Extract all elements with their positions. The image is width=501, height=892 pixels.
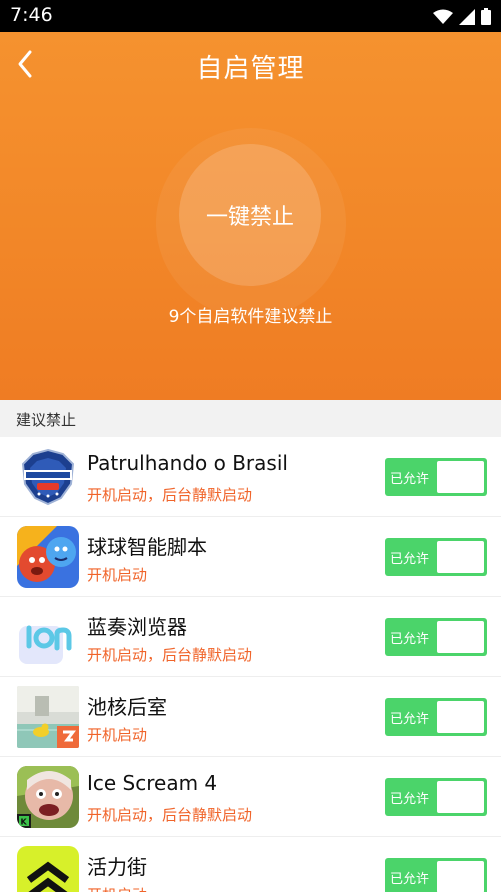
game-characters-icon bbox=[17, 526, 79, 588]
section-header: 建议禁止 bbox=[0, 400, 501, 437]
svg-text:K: K bbox=[21, 818, 28, 827]
toggle-knob bbox=[437, 781, 484, 813]
autostart-toggle[interactable]: 已允许 bbox=[385, 538, 487, 576]
recommendation-summary: 9个自启软件建议禁止 bbox=[168, 307, 333, 327]
list-item: 蓝奏浏览器 开机启动，后台静默启动 已允许 bbox=[0, 597, 501, 677]
list-item: 活力街 开机启动 已允许 bbox=[0, 837, 501, 892]
lan-browser-icon bbox=[17, 606, 79, 668]
disable-all-button[interactable]: 一键禁止 bbox=[179, 144, 321, 286]
ice-scream-icon: K bbox=[17, 766, 79, 828]
toggle-label: 已允许 bbox=[390, 872, 430, 887]
app-name: 球球智能脚本 bbox=[87, 535, 207, 559]
status-time: 7:46 bbox=[10, 4, 53, 26]
list-item: Patrulhando o Brasil 开机启动，后台静默启动 已允许 bbox=[0, 437, 501, 517]
toggle-knob bbox=[437, 861, 484, 892]
autostart-toggle[interactable]: 已允许 bbox=[385, 458, 487, 496]
autostart-toggle[interactable]: 已允许 bbox=[385, 618, 487, 656]
app-name: Patrulhando o Brasil bbox=[87, 451, 288, 475]
list-item: 池核后室 开机启动 已允许 bbox=[0, 677, 501, 757]
toggle-label: 已允许 bbox=[390, 712, 430, 727]
autostart-toggle[interactable]: 已允许 bbox=[385, 778, 487, 816]
toggle-knob bbox=[437, 461, 484, 493]
toggle-knob bbox=[437, 541, 484, 573]
app-name: 池核后室 bbox=[87, 695, 167, 719]
battery-icon bbox=[481, 8, 491, 25]
signal-icon bbox=[459, 8, 475, 25]
app-name: 蓝奏浏览器 bbox=[87, 615, 187, 639]
app-description: 开机启动，后台静默启动 bbox=[87, 806, 253, 824]
app-description: 开机启动，后台静默启动 bbox=[87, 486, 253, 504]
list-item: K Ice Scream 4 开机启动，后台静默启动 已允许 bbox=[0, 757, 501, 837]
disable-all-label: 一键禁止 bbox=[205, 205, 294, 230]
app-list: Patrulhando o Brasil 开机启动，后台静默启动 已允许 球球智… bbox=[0, 437, 501, 892]
autostart-toggle[interactable]: 已允许 bbox=[385, 698, 487, 736]
app-description: 开机启动 bbox=[87, 884, 147, 892]
app-description: 开机启动 bbox=[87, 566, 148, 584]
page-title: 自启管理 bbox=[196, 54, 305, 84]
toggle-knob bbox=[437, 701, 484, 733]
app-description: 开机启动 bbox=[87, 726, 148, 744]
police-badge-icon bbox=[17, 446, 79, 508]
toggle-label: 已允许 bbox=[390, 552, 430, 567]
status-icons bbox=[433, 8, 491, 25]
app-name: 活力街 bbox=[87, 855, 147, 879]
toggle-label: 已允许 bbox=[390, 632, 430, 647]
wifi-icon bbox=[433, 9, 453, 24]
list-item: 球球智能脚本 开机启动 已允许 bbox=[0, 517, 501, 597]
toggle-knob bbox=[437, 621, 484, 653]
app-description: 开机启动，后台静默启动 bbox=[87, 646, 253, 664]
app-name: Ice Scream 4 bbox=[87, 771, 218, 795]
hero-header: 自启管理 一键禁止 9个自启软件建议禁止 bbox=[0, 32, 501, 400]
toggle-label: 已允许 bbox=[390, 472, 430, 487]
backrooms-pool-icon bbox=[17, 686, 79, 748]
toggle-label: 已允许 bbox=[390, 792, 430, 807]
chevron-stack-icon bbox=[17, 846, 79, 892]
autostart-toggle[interactable]: 已允许 bbox=[385, 858, 487, 892]
status-bar: 7:46 bbox=[0, 0, 501, 32]
